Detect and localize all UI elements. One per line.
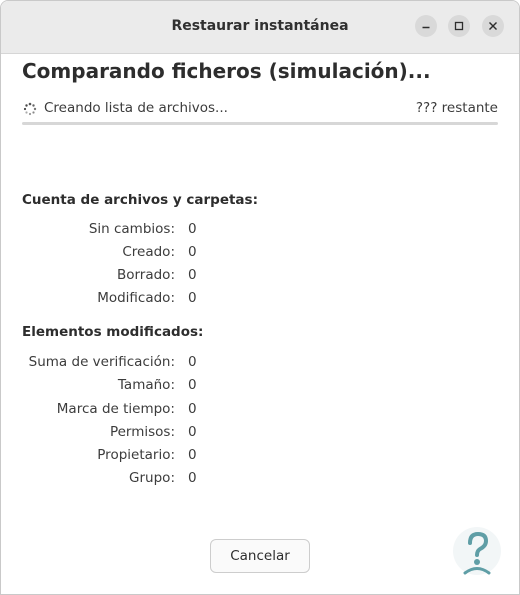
stat-label: Modificado: xyxy=(97,290,175,306)
stat-value: 0 xyxy=(188,424,197,440)
question-person-logo xyxy=(453,527,501,575)
stat-label: Sin cambios: xyxy=(88,221,175,237)
restore-snapshot-window: Restaurar instantánea Comparando fichero… xyxy=(0,0,520,595)
stat-label: Suma de verificación: xyxy=(28,354,175,370)
stat-row-owner: Propietario: 0 xyxy=(1,447,261,465)
stat-value: 0 xyxy=(188,221,197,237)
spinner-icon xyxy=(23,102,37,116)
stat-value: 0 xyxy=(188,447,197,463)
stat-label: Permisos: xyxy=(109,424,175,440)
stat-value: 0 xyxy=(188,401,197,417)
stat-value: 0 xyxy=(188,290,197,306)
stat-label: Tamaño: xyxy=(117,377,175,393)
close-icon xyxy=(489,22,497,30)
stat-label: Creado: xyxy=(122,244,175,260)
stat-label: Marca de tiempo: xyxy=(56,401,175,417)
close-button[interactable] xyxy=(482,15,504,37)
status-row: Creando lista de archivos... ??? restant… xyxy=(22,100,498,118)
stat-row-unchanged: Sin cambios: 0 xyxy=(1,221,261,239)
stat-value: 0 xyxy=(188,354,197,370)
maximize-icon xyxy=(454,21,464,31)
window-title: Restaurar instantánea xyxy=(171,18,349,34)
stat-row-modified: Modificado: 0 xyxy=(1,290,261,308)
status-text: Creando lista de archivos... xyxy=(44,100,228,116)
minimize-icon xyxy=(422,26,430,29)
maximize-button[interactable] xyxy=(448,15,470,37)
stat-row-created: Creado: 0 xyxy=(1,244,261,262)
stat-value: 0 xyxy=(188,267,197,283)
operation-heading: Comparando ficheros (simulación)... xyxy=(22,59,431,83)
stat-row-deleted: Borrado: 0 xyxy=(1,267,261,285)
stat-label: Borrado: xyxy=(116,267,175,283)
file-counts-title: Cuenta de archivos y carpetas: xyxy=(22,192,258,208)
progress-bar xyxy=(22,122,498,125)
cancel-button[interactable]: Cancelar xyxy=(210,539,310,573)
stat-value: 0 xyxy=(188,377,197,393)
stat-row-group: Grupo: 0 xyxy=(1,470,261,488)
stat-label: Propietario: xyxy=(97,447,175,463)
minimize-button[interactable] xyxy=(415,15,437,37)
stat-row-size: Tamaño: 0 xyxy=(1,377,261,395)
title-bar[interactable]: Restaurar instantánea xyxy=(1,1,519,54)
time-remaining: ??? restante xyxy=(415,100,498,116)
stat-value: 0 xyxy=(188,244,197,260)
stat-row-timestamp: Marca de tiempo: 0 xyxy=(1,401,261,419)
stat-row-checksum: Suma de verificación: 0 xyxy=(1,354,261,372)
stat-value: 0 xyxy=(188,470,197,486)
stat-label: Grupo: xyxy=(129,470,175,486)
modified-items-title: Elementos modificados: xyxy=(22,324,204,340)
stat-row-permissions: Permisos: 0 xyxy=(1,424,261,442)
